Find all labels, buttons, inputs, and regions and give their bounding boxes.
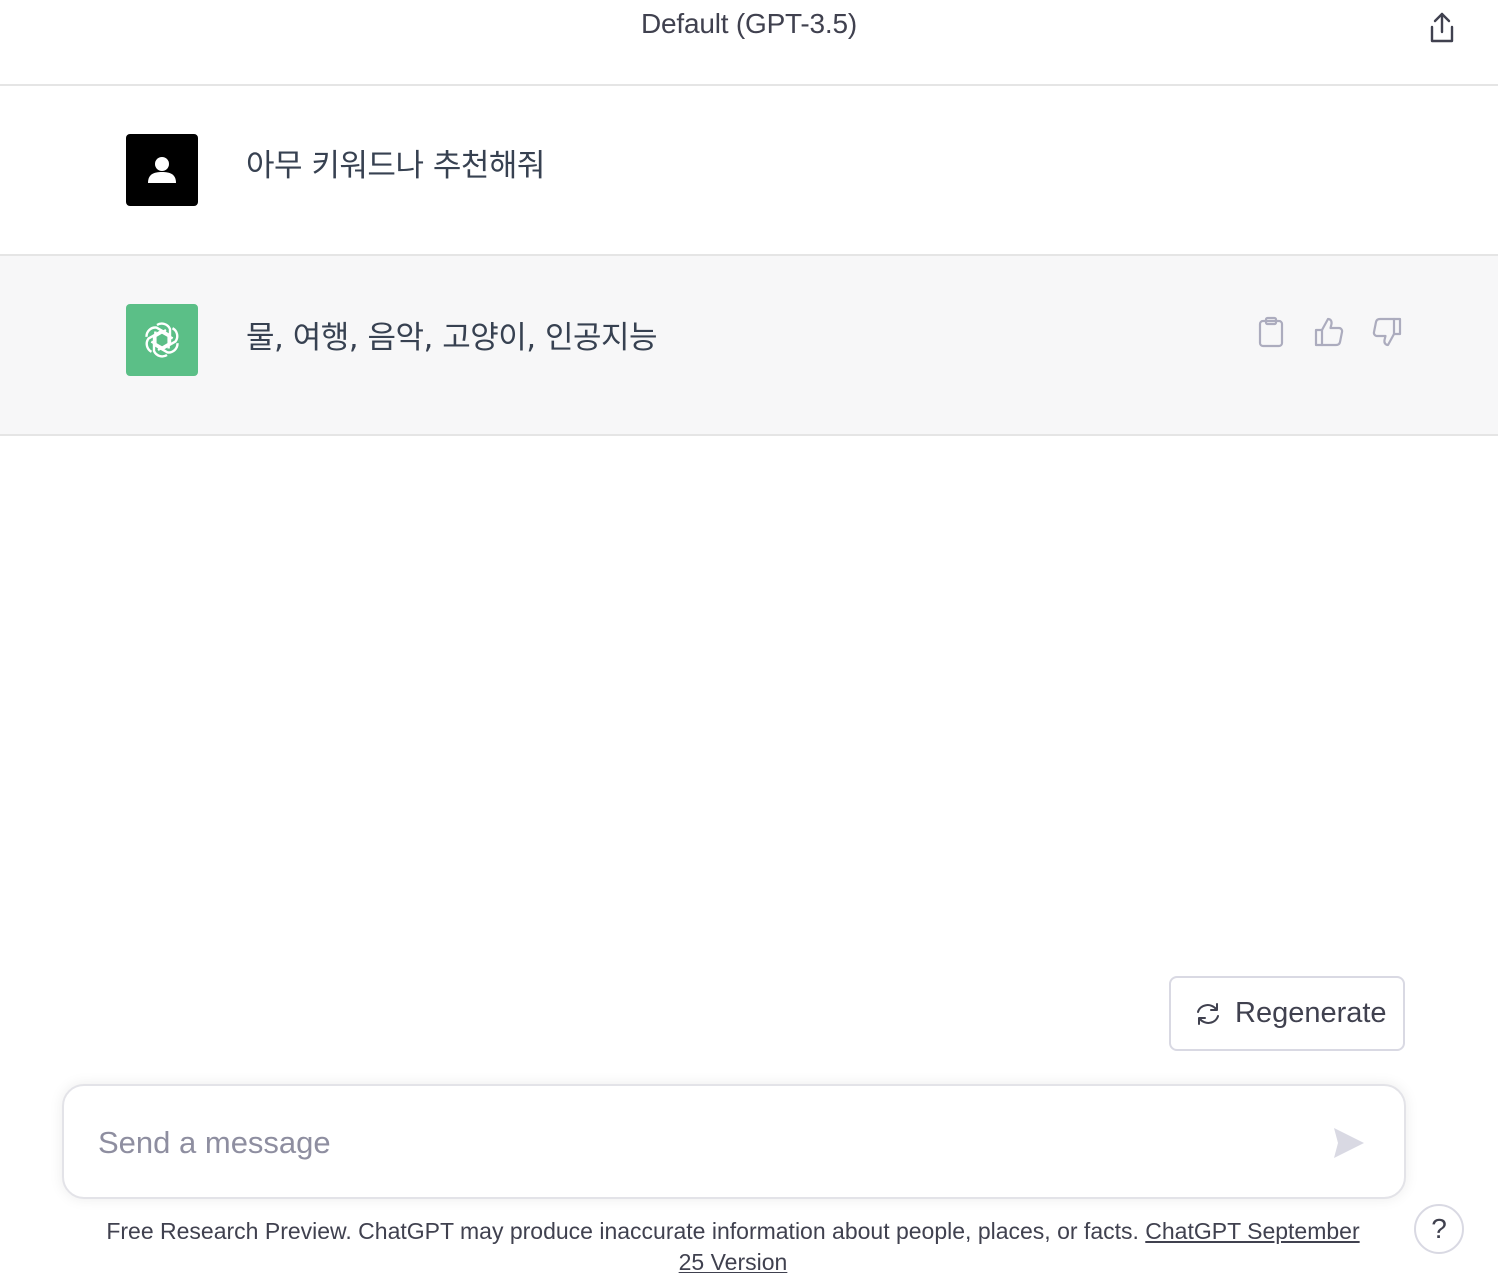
thumbs-down-button[interactable] [1366,312,1408,352]
message-actions [1250,312,1408,352]
footer-text: Free Research Preview. ChatGPT may produ… [106,1218,1139,1244]
thumbs-up-icon [1314,317,1344,347]
user-avatar [126,134,198,206]
thumbs-up-button[interactable] [1308,312,1350,352]
assistant-message-text: 물, 여행, 음악, 고양이, 인공지능 [246,320,658,356]
regenerate-button[interactable]: Regenerate [1169,976,1405,1051]
message-composer [62,1084,1406,1199]
refresh-icon [1197,1002,1219,1025]
share-icon [1430,12,1454,43]
help-button[interactable]: ? [1414,1204,1464,1254]
model-title: Default (GPT-3.5) [640,8,857,39]
assistant-avatar [126,304,198,376]
user-message-text: 아무 키워드나 추천해줘 [246,148,545,184]
copy-icon [1258,316,1284,348]
help-label: ? [1431,1213,1447,1244]
openai-logo-icon [145,322,179,358]
top-bar: Default (GPT-3.5) [0,0,1498,86]
chat-page: Default (GPT-3.5) 아무 키워드나 추천해줘 물, 여행, 음악… [0,0,1498,1273]
copy-button[interactable] [1250,312,1292,352]
send-button[interactable] [1326,1120,1372,1166]
send-icon [1334,1128,1364,1158]
regenerate-label: Regenerate [1235,997,1387,1029]
footer-disclaimer: Free Research Preview. ChatGPT may produ… [100,1216,1366,1273]
share-button[interactable] [1420,6,1464,50]
thumbs-down-icon [1372,317,1402,347]
user-message-row: 아무 키워드나 추천해줘 [0,86,1498,256]
assistant-message-row: 물, 여행, 음악, 고양이, 인공지능 [0,256,1498,436]
user-icon [148,157,176,183]
message-input[interactable] [96,1114,1280,1172]
